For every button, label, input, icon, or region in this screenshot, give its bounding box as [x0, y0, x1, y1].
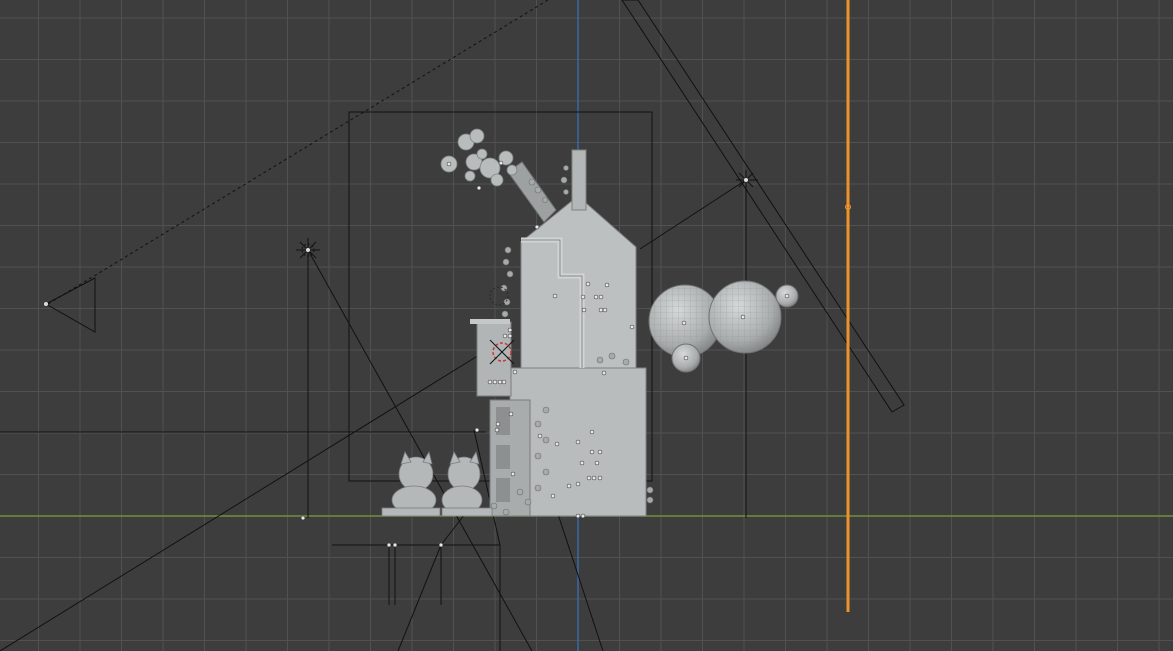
3d-viewport[interactable]: [0, 0, 1173, 651]
viewport-canvas[interactable]: [0, 0, 1173, 651]
